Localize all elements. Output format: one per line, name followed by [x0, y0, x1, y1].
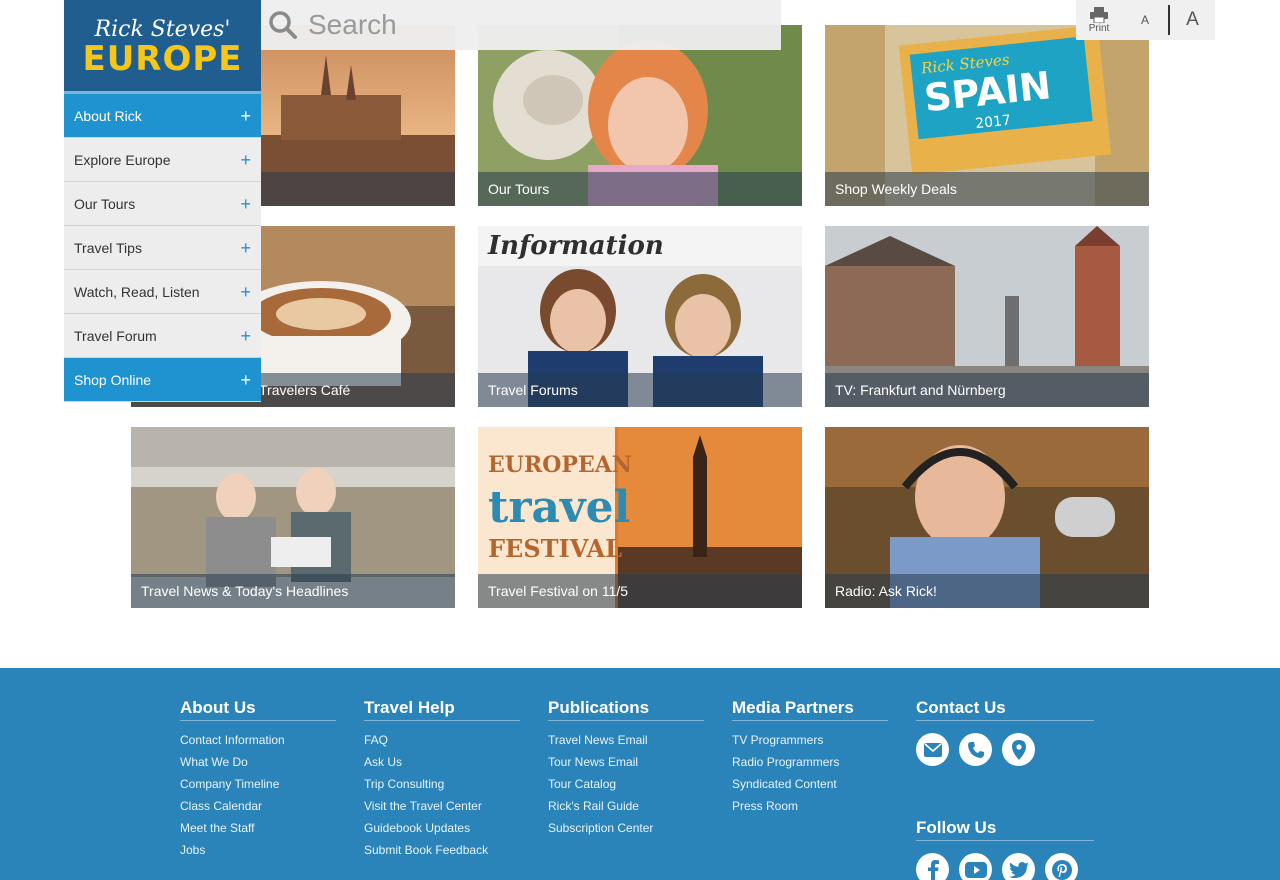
pinterest-icon[interactable] [1045, 853, 1078, 880]
footer-link[interactable]: Subscription Center [548, 821, 704, 843]
footer-link[interactable]: Meet the Staff [180, 821, 336, 843]
festival-text-2: travel [488, 482, 630, 533]
nav-label: Travel Tips [74, 239, 142, 256]
search-input[interactable] [308, 9, 748, 41]
tile-caption: Travel Festival on 11/5 [478, 574, 802, 608]
footer-link[interactable]: Press Room [732, 799, 888, 821]
tile-shop-weekly-deals[interactable]: Rick Steves SPAIN 2017 Shop Weekly Deals [825, 25, 1149, 206]
nav-item-watch-read-listen[interactable]: Watch, Read, Listen + [64, 270, 261, 314]
footer-link[interactable]: Submit Book Feedback [364, 843, 520, 865]
footer-link[interactable]: Guidebook Updates [364, 821, 520, 843]
footer-link[interactable]: FAQ [364, 733, 520, 755]
footer-link[interactable]: Trip Consulting [364, 777, 520, 799]
text-size-large-button[interactable]: A [1168, 5, 1215, 35]
footer-link[interactable]: Ask Us [364, 755, 520, 777]
footer-link[interactable]: Syndicated Content [732, 777, 888, 799]
nav-item-explore-europe[interactable]: Explore Europe + [64, 138, 261, 182]
footer-travel-help: Travel Help FAQ Ask Us Trip Consulting V… [364, 698, 520, 865]
footer-heading: Follow Us [916, 818, 1094, 841]
logo-script: Rick Steves' [94, 16, 231, 42]
print-button[interactable]: Print [1076, 0, 1122, 40]
plus-icon[interactable]: + [240, 327, 251, 345]
nav-label: Travel Forum [74, 327, 157, 344]
plus-icon[interactable]: + [240, 371, 251, 389]
footer-heading: About Us [180, 698, 336, 721]
print-label: Print [1088, 22, 1110, 34]
youtube-icon[interactable] [959, 853, 992, 880]
footer-link[interactable]: Contact Information [180, 733, 336, 755]
plus-icon[interactable]: + [240, 195, 251, 213]
nav-item-shop-online[interactable]: Shop Online + [64, 358, 261, 402]
nav-label: About Rick [74, 107, 142, 124]
festival-text-3: FESTIVAL [488, 534, 622, 563]
nav-item-about-rick[interactable]: About Rick + [64, 94, 261, 138]
tile-caption: TV: Frankfurt and Nürnberg [825, 373, 1149, 407]
tile-travel-news[interactable]: Travel News & Today's Headlines [131, 427, 455, 608]
nav-label: Our Tours [74, 195, 136, 212]
tile-caption: Shop Weekly Deals [825, 172, 1149, 206]
footer-link[interactable]: Rick's Rail Guide [548, 799, 704, 821]
phone-icon[interactable] [959, 733, 992, 766]
footer-link[interactable]: Radio Programmers [732, 755, 888, 777]
printer-icon [1090, 6, 1108, 23]
search-icon[interactable] [266, 8, 300, 42]
tile-caption: Travel Forums [478, 373, 802, 407]
nav-item-our-tours[interactable]: Our Tours + [64, 182, 261, 226]
nav-item-travel-forum[interactable]: Travel Forum + [64, 314, 261, 358]
nav-label: Explore Europe [74, 151, 171, 168]
footer-heading: Publications [548, 698, 704, 721]
logo-wordmark: EUROPE [82, 38, 243, 79]
footer-link[interactable]: What We Do [180, 755, 336, 777]
footer-heading: Travel Help [364, 698, 520, 721]
footer-heading: Contact Us [916, 698, 1094, 721]
nav-label: Shop Online [74, 371, 152, 388]
footer-follow-us: Follow Us [916, 818, 1094, 880]
location-icon[interactable] [1002, 733, 1035, 766]
info-sign-text: Information [487, 231, 664, 261]
footer-link[interactable]: Jobs [180, 843, 336, 865]
side-navigation: About Rick + Explore Europe + Our Tours + T… [64, 94, 261, 402]
page-tools: Print A A [1076, 0, 1215, 40]
footer-link[interactable]: Visit the Travel Center [364, 799, 520, 821]
plus-icon[interactable]: + [240, 239, 251, 257]
plus-icon[interactable]: + [240, 151, 251, 169]
tile-tv-frankfurt[interactable]: TV: Frankfurt and Nürnberg [825, 226, 1149, 407]
tile-travel-festival[interactable]: EUROPEAN travel FESTIVAL Travel Festival… [478, 427, 802, 608]
site-footer: About Us Contact Information What We Do … [0, 668, 1280, 880]
site-logo[interactable]: Rick Steves' EUROPE [64, 0, 261, 94]
footer-link[interactable]: Tour Catalog [548, 777, 704, 799]
footer-about-us: About Us Contact Information What We Do … [180, 698, 336, 865]
search-bar [261, 0, 781, 50]
footer-publications: Publications Travel News Email Tour News… [548, 698, 704, 843]
tile-our-tours[interactable]: Our Tours [478, 25, 802, 206]
nav-item-travel-tips[interactable]: Travel Tips + [64, 226, 261, 270]
tile-caption: Our Tours [478, 172, 802, 206]
footer-link[interactable]: Class Calendar [180, 799, 336, 821]
tile-travel-forums[interactable]: Information Travel Forums [478, 226, 802, 407]
footer-link[interactable]: Tour News Email [548, 755, 704, 777]
tile-caption: Travel News & Today's Headlines [131, 574, 455, 608]
nav-label: Watch, Read, Listen [74, 283, 200, 300]
festival-text-1: EUROPEAN [488, 452, 632, 478]
email-icon[interactable] [916, 733, 949, 766]
footer-link[interactable]: Travel News Email [548, 733, 704, 755]
facebook-icon[interactable] [916, 853, 949, 880]
footer-media-partners: Media Partners TV Programmers Radio Prog… [732, 698, 888, 821]
plus-icon[interactable]: + [240, 283, 251, 301]
tile-caption: Radio: Ask Rick! [825, 574, 1149, 608]
plus-icon[interactable]: + [240, 107, 251, 125]
twitter-icon[interactable] [1002, 853, 1035, 880]
tile-radio-ask-rick[interactable]: Radio: Ask Rick! [825, 427, 1149, 608]
footer-link[interactable]: Company Timeline [180, 777, 336, 799]
footer-contact-us: Contact Us [916, 698, 1094, 766]
footer-heading: Media Partners [732, 698, 888, 721]
footer-link[interactable]: TV Programmers [732, 733, 888, 755]
text-size-small-button[interactable]: A [1122, 0, 1168, 40]
